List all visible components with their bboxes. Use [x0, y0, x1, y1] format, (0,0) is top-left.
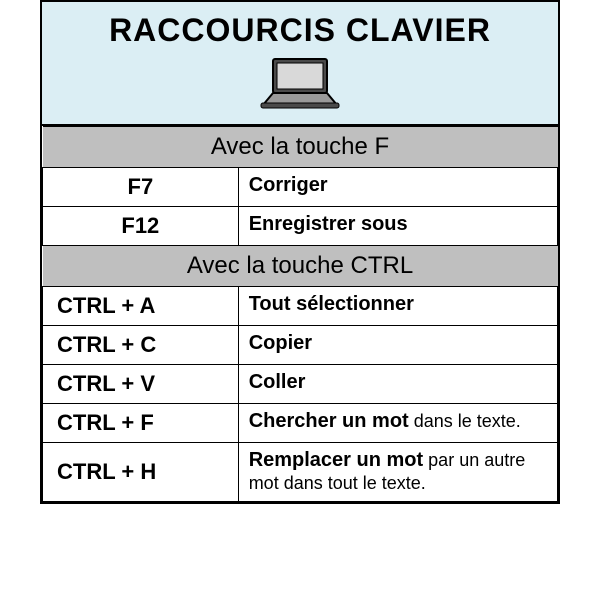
table-row: F7 Corriger: [43, 168, 558, 207]
shortcut-desc: Enregistrer sous: [238, 207, 557, 246]
page-title: RACCOURCIS CLAVIER: [50, 12, 550, 49]
section-heading-label: Avec la touche CTRL: [43, 246, 558, 287]
shortcut-desc: Tout sélectionner: [238, 287, 557, 326]
shortcut-key: CTRL + V: [43, 365, 239, 404]
shortcut-table: Avec la touche F F7 Corriger F12 Enregis…: [42, 126, 558, 502]
shortcut-card: RACCOURCIS CLAVIER Avec la touche F F7 C…: [40, 0, 560, 504]
shortcut-key: F7: [43, 168, 239, 207]
shortcut-key: CTRL + H: [43, 443, 239, 502]
shortcut-desc: Chercher un mot dans le texte.: [238, 404, 557, 443]
shortcut-key: CTRL + A: [43, 287, 239, 326]
laptop-icon: [255, 55, 345, 116]
table-row: CTRL + H Remplacer un mot par un autre m…: [43, 443, 558, 502]
card-header: RACCOURCIS CLAVIER: [42, 2, 558, 126]
shortcut-desc: Corriger: [238, 168, 557, 207]
shortcut-key: CTRL + C: [43, 326, 239, 365]
shortcut-key: F12: [43, 207, 239, 246]
shortcut-desc: Remplacer un mot par un autre mot dans t…: [238, 443, 557, 502]
table-row: CTRL + F Chercher un mot dans le texte.: [43, 404, 558, 443]
section-heading: Avec la touche CTRL: [43, 246, 558, 287]
shortcut-desc: Copier: [238, 326, 557, 365]
shortcut-key: CTRL + F: [43, 404, 239, 443]
shortcut-desc: Coller: [238, 365, 557, 404]
table-row: F12 Enregistrer sous: [43, 207, 558, 246]
section-heading-label: Avec la touche F: [43, 127, 558, 168]
table-row: CTRL + A Tout sélectionner: [43, 287, 558, 326]
table-row: CTRL + C Copier: [43, 326, 558, 365]
section-heading: Avec la touche F: [43, 127, 558, 168]
table-row: CTRL + V Coller: [43, 365, 558, 404]
